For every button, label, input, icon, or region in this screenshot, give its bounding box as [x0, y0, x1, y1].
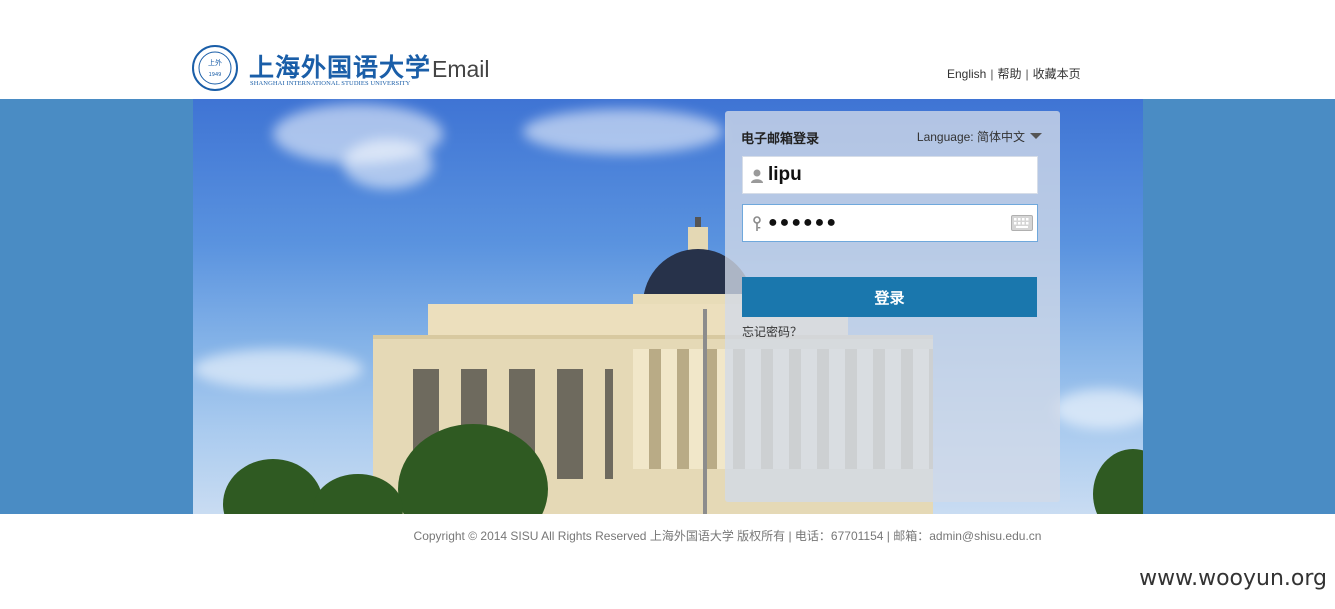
caret-down-icon: [1030, 133, 1042, 139]
username-field: [742, 156, 1038, 194]
key-icon: [753, 216, 761, 231]
keyboard-icon[interactable]: [1011, 215, 1033, 231]
username-input[interactable]: [768, 157, 1008, 193]
link-separator: |: [990, 67, 994, 81]
university-seal-icon: 上外 1949: [192, 45, 238, 91]
cloud: [193, 349, 363, 389]
help-link[interactable]: 帮助: [997, 67, 1021, 81]
svg-text:1949: 1949: [209, 72, 222, 78]
watermark: www.wooyun.org: [1139, 566, 1327, 591]
bookmark-link[interactable]: 收藏本页: [1033, 67, 1081, 81]
product-name: Email: [432, 56, 490, 82]
login-button[interactable]: 登录: [742, 277, 1037, 317]
language-label: Language:: [916, 130, 974, 144]
password-field: [742, 204, 1038, 242]
cloud: [1053, 389, 1143, 429]
site-header: 上外 1949 上海外国语大学 SHANGHAI INTERNATIONAL S…: [0, 0, 1335, 99]
cloud: [523, 109, 723, 154]
user-icon: [751, 169, 763, 183]
password-input[interactable]: [768, 205, 1008, 241]
language-selector[interactable]: Language: 简体中文: [917, 128, 1042, 145]
forgot-password-link[interactable]: 忘记密码？: [742, 323, 802, 340]
login-panel: 电子邮箱登录 Language: 简体中文 lipu ●●●●●● 登录 忘记密…: [725, 111, 1060, 502]
logo-english-name: SHANGHAI INTERNATIONAL STUDIES UNIVERSIT…: [250, 80, 411, 87]
tree: [1093, 449, 1143, 514]
tree: [223, 459, 323, 514]
hero-banner: 电子邮箱登录 Language: 简体中文 lipu ●●●●●● 登录 忘记密…: [0, 99, 1335, 514]
link-separator: |: [1025, 67, 1029, 81]
language-value: 简体中文: [976, 130, 1025, 144]
login-title: 电子邮箱登录: [741, 131, 820, 146]
lamp-pole: [703, 309, 707, 514]
svg-text:上外: 上外: [208, 58, 222, 67]
copyright-footer: Copyright © 2014 SISU All Rights Reserve…: [413, 529, 1042, 543]
cloud: [343, 139, 433, 189]
top-links: English | 帮助 | 收藏本页: [947, 65, 1081, 82]
logo-chinese-name: 上海外国语大学: [249, 53, 432, 82]
english-link[interactable]: English: [947, 67, 986, 81]
